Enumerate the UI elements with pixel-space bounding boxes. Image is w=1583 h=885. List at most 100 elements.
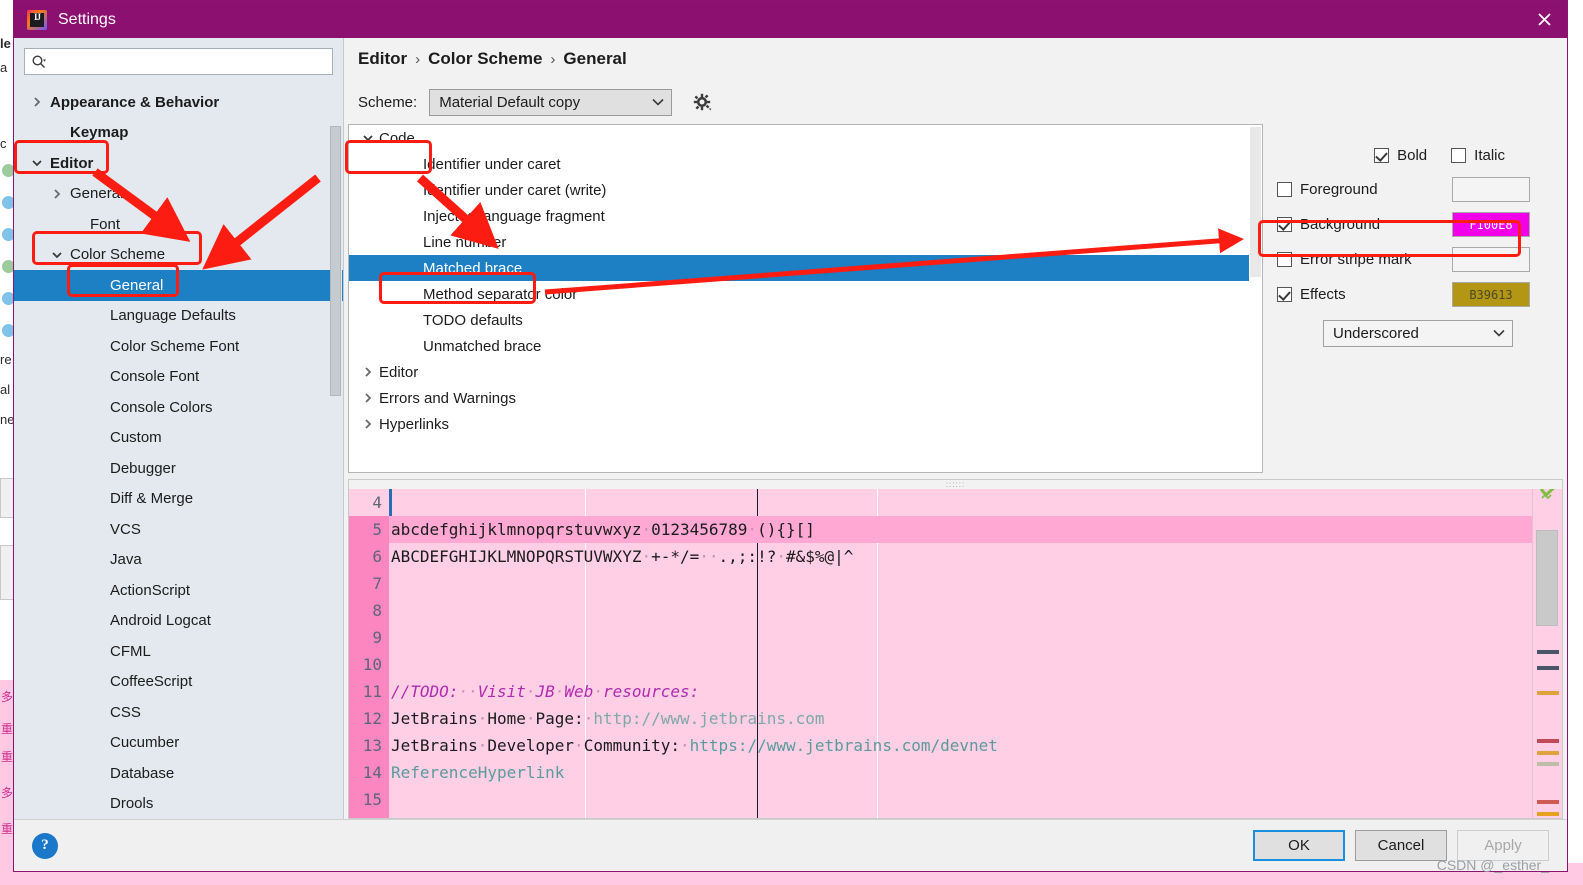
foreground-checkbox[interactable]: [1277, 182, 1292, 197]
color-list-items: Code Identifier under caret Identifier und…: [349, 125, 1262, 437]
sidebar-item-database[interactable]: Database: [14, 758, 343, 789]
sidebar-item-console-colors[interactable]: Console Colors: [14, 392, 343, 423]
breadcrumb-item-general[interactable]: General: [563, 49, 626, 69]
preview-error-stripe[interactable]: [1532, 480, 1562, 818]
effects-color-swatch[interactable]: B39613: [1452, 282, 1530, 307]
foreground-color-swatch[interactable]: [1452, 177, 1530, 202]
stripe-mark[interactable]: [1537, 812, 1559, 816]
effect-type-dropdown[interactable]: Underscored: [1323, 320, 1513, 347]
background-color-swatch[interactable]: F100E8: [1452, 212, 1530, 237]
preview-splitter[interactable]: ::::::: [349, 480, 1562, 489]
sidebar-item-actionscript[interactable]: ActionScript: [14, 575, 343, 606]
stripe-mark[interactable]: [1537, 691, 1559, 695]
sidebar-item-general[interactable]: General: [14, 179, 343, 210]
sidebar-scrollbar-thumb[interactable]: [330, 126, 341, 396]
sidebar-item-drools[interactable]: Drools: [14, 789, 343, 820]
sidebar-item-android-logcat[interactable]: Android Logcat: [14, 606, 343, 637]
preview-code-rows: abcdefghijklmnopqrstuvwxyz·0123456789·()…: [389, 489, 1532, 813]
search-input[interactable]: [51, 54, 326, 69]
sidebar-item-java[interactable]: Java: [14, 545, 343, 576]
breadcrumb-item-color-scheme[interactable]: Color Scheme: [428, 49, 542, 69]
sidebar-item-appearance-behavior[interactable]: Appearance & Behavior: [14, 87, 343, 118]
sidebar-item-cfml[interactable]: CFML: [14, 636, 343, 667]
bold-checkbox[interactable]: [1374, 147, 1390, 163]
error-stripe-checkbox[interactable]: [1277, 252, 1292, 267]
chevron-right-icon[interactable]: [357, 418, 379, 430]
sidebar-item-vcs[interactable]: VCS: [14, 514, 343, 545]
cancel-button[interactable]: Cancel: [1355, 830, 1447, 861]
breadcrumb-item-editor[interactable]: Editor: [358, 49, 407, 69]
sidebar-item-color-scheme[interactable]: Color Scheme: [14, 240, 343, 271]
effects-checkbox[interactable]: [1277, 287, 1292, 302]
stripe-mark[interactable]: [1537, 762, 1559, 766]
gear-icon[interactable]: [689, 89, 715, 115]
sidebar-item-editor[interactable]: Editor: [14, 148, 343, 179]
color-list-item-method-separator-color[interactable]: Method separator color: [349, 281, 1262, 307]
color-list-item-matched-brace[interactable]: Matched brace: [349, 255, 1262, 281]
preview-code-token: ·: [574, 736, 584, 755]
preview-line-number: 15: [362, 790, 382, 809]
color-list-item-identifier-under-caret[interactable]: Identifier under caret: [349, 151, 1262, 177]
color-list-scrollbar-thumb[interactable]: [1250, 127, 1261, 277]
color-list-item-hyperlinks[interactable]: Hyperlinks: [349, 411, 1262, 437]
chevron-right-icon[interactable]: [28, 96, 46, 108]
color-attribute-list[interactable]: Code Identifier under caret Identifier und…: [348, 124, 1263, 473]
stripe-mark[interactable]: [1537, 666, 1559, 670]
sidebar-item-custom[interactable]: Custom: [14, 423, 343, 454]
error-stripe-color-swatch[interactable]: [1452, 247, 1530, 272]
preview-line-number: 10: [362, 655, 382, 674]
sidebar-scrollbar-track[interactable]: [330, 82, 342, 832]
sidebar-item-cucumber[interactable]: Cucumber: [14, 728, 343, 759]
chevron-down-icon[interactable]: [48, 249, 66, 261]
stripe-scrollbar-thumb[interactable]: [1536, 530, 1558, 626]
preview-line-number: 6: [372, 547, 382, 566]
chevron-right-icon[interactable]: [48, 188, 66, 200]
ok-button[interactable]: OK: [1253, 830, 1345, 861]
color-list-item-unmatched-brace[interactable]: Unmatched brace: [349, 333, 1262, 359]
sidebar-item-label: Diff & Merge: [110, 490, 194, 508]
stripe-mark[interactable]: [1537, 650, 1559, 654]
search-box[interactable]: [24, 48, 333, 75]
scheme-dropdown[interactable]: Material Default copy: [429, 88, 673, 116]
preview-code-area[interactable]: abcdefghijklmnopqrstuvwxyz·0123456789·()…: [389, 480, 1532, 818]
color-list-item-label: Hyperlinks: [379, 415, 450, 433]
chevron-right-icon[interactable]: [357, 366, 379, 378]
sidebar-item-keymap[interactable]: Keymap: [14, 118, 343, 149]
preview-code-line: [389, 624, 1532, 651]
close-icon[interactable]: [1521, 1, 1567, 38]
preview-code-token: https://www.jetbrains.com/devnet: [689, 736, 998, 755]
sidebar-item-coffeescript[interactable]: CoffeeScript: [14, 667, 343, 698]
sidebar-item-diff-merge[interactable]: Diff & Merge: [14, 484, 343, 515]
sidebar-item-language-defaults[interactable]: Language Defaults: [14, 301, 343, 332]
color-list-item-todo-defaults[interactable]: TODO defaults: [349, 307, 1262, 333]
color-list-item-injected-language-fragment[interactable]: Injected language fragment: [349, 203, 1262, 229]
sidebar-item-css[interactable]: CSS: [14, 697, 343, 728]
sidebar-item-font[interactable]: Font: [14, 209, 343, 240]
background-checkbox[interactable]: [1277, 217, 1292, 232]
color-preview-pane[interactable]: :::::: 4 5 6 7 8 9 10 11 12 13 14 15 abcdefghijklmn…: [348, 479, 1563, 819]
stripe-mark[interactable]: [1537, 751, 1559, 755]
sidebar-item-general[interactable]: General: [14, 270, 343, 301]
preview-code-token: #&$%@|^: [785, 547, 854, 566]
color-list-item-code[interactable]: Code: [349, 125, 1262, 151]
preview-code-token: http://www.jetbrains.com: [593, 709, 825, 728]
sidebar-item-debugger[interactable]: Debugger: [14, 453, 343, 484]
color-list-item-identifier-under-caret-write[interactable]: Identifier under caret (write): [349, 177, 1262, 203]
chevron-down-icon[interactable]: [357, 132, 379, 144]
preview-code-line: ABCDEFGHIJKLMNOPQRSTUVWXYZ·+-*/=··.,;:!?…: [389, 543, 1532, 570]
italic-checkbox[interactable]: [1451, 147, 1467, 163]
chevron-right-icon[interactable]: [357, 392, 379, 404]
sidebar-item-color-scheme-font[interactable]: Color Scheme Font: [14, 331, 343, 362]
chevron-down-icon[interactable]: [28, 157, 46, 169]
color-list-item-line-number[interactable]: Line number: [349, 229, 1262, 255]
stripe-mark[interactable]: [1537, 739, 1559, 743]
stripe-mark[interactable]: [1537, 800, 1559, 804]
preview-code-token: Visit: [477, 682, 526, 701]
color-list-scrollbar-track[interactable]: [1249, 125, 1262, 472]
color-list-item-editor[interactable]: Editor: [349, 359, 1262, 385]
help-icon[interactable]: ?: [32, 832, 58, 859]
sidebar-item-console-font[interactable]: Console Font: [14, 362, 343, 393]
backdrop-text: al: [0, 382, 11, 397]
color-list-item-label: Errors and Warnings: [379, 389, 516, 407]
color-list-item-errors-and-warnings[interactable]: Errors and Warnings: [349, 385, 1262, 411]
